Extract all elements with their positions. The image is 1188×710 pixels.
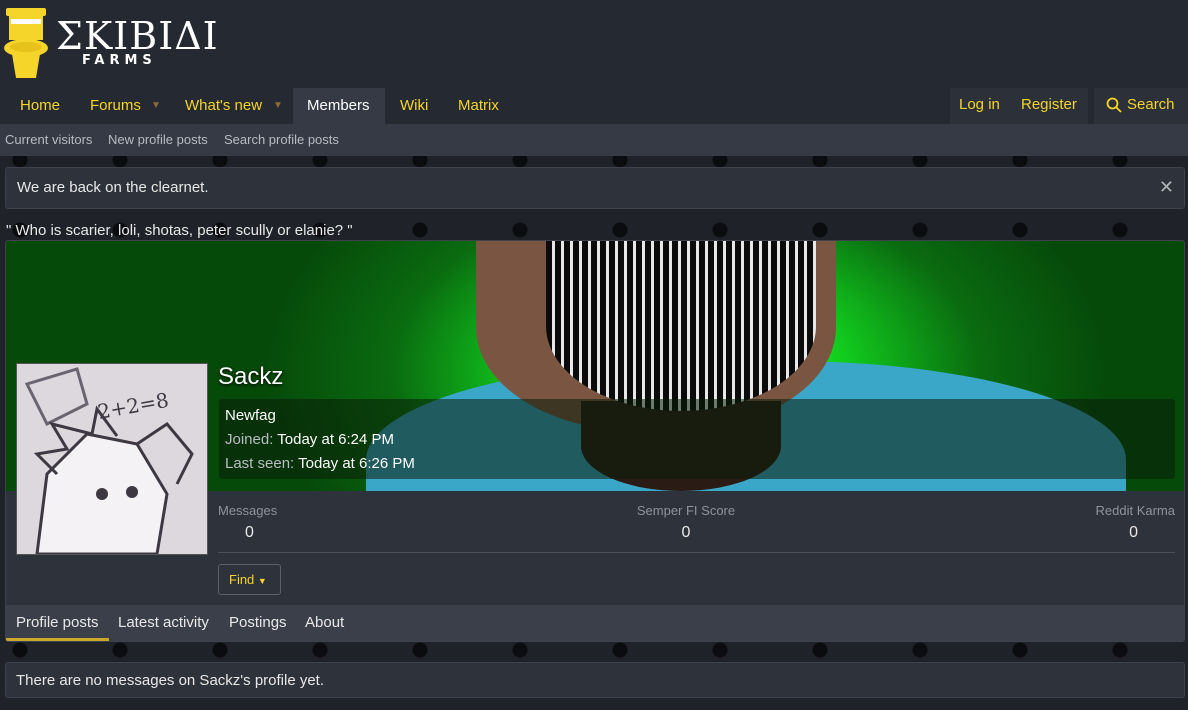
stat-reddit-karma-value: 0 bbox=[1129, 524, 1138, 541]
stat-semper-fi-label: Semper FI Score bbox=[636, 503, 736, 518]
main-navigation: Home Forums ▼ What's new ▼ Members Wiki … bbox=[0, 88, 1188, 124]
logo-wordmark: ΣΚΙΒΙΔΙ bbox=[56, 14, 219, 58]
tab-profile-posts[interactable]: Profile posts bbox=[6, 605, 109, 641]
find-button[interactable]: Find ▼ bbox=[218, 564, 281, 595]
profile-info-box: Newfag Joined: Today at 6:24 PM Last see… bbox=[219, 399, 1175, 479]
search-icon bbox=[1106, 97, 1122, 113]
stat-reddit-karma: Reddit Karma 0 bbox=[1075, 503, 1175, 542]
stat-messages-label: Messages bbox=[218, 503, 278, 518]
nav-wiki[interactable]: Wiki bbox=[400, 88, 428, 124]
nav-members[interactable]: Members bbox=[293, 88, 385, 124]
register-link[interactable]: Register bbox=[1021, 87, 1077, 123]
tab-about[interactable]: About bbox=[305, 605, 344, 641]
search-label: Search bbox=[1127, 96, 1175, 113]
joined-label: Joined: bbox=[225, 431, 274, 448]
banner-mouth-shape bbox=[546, 241, 816, 411]
notice-text: We are back on the clearnet. bbox=[17, 179, 209, 196]
account-links: Log in Register bbox=[950, 88, 1088, 124]
nav-home[interactable]: Home bbox=[20, 88, 60, 124]
stat-messages[interactable]: Messages 0 bbox=[218, 503, 277, 542]
sub-navigation: Current visitors New profile posts Searc… bbox=[0, 124, 1188, 156]
whats-new-dropdown-caret-icon[interactable]: ▼ bbox=[273, 88, 283, 124]
toilet-icon bbox=[4, 8, 48, 78]
last-seen-value[interactable]: Today at 6:26 PM bbox=[298, 455, 415, 472]
tab-postings[interactable]: Postings bbox=[229, 605, 287, 641]
profile-tabs: Profile posts Latest activity Postings A… bbox=[6, 605, 1184, 641]
tab-latest-activity[interactable]: Latest activity bbox=[118, 605, 209, 641]
profile-card: 2+2=8 Sackz Newfag Joined: Today at 6:24… bbox=[5, 240, 1185, 642]
nav-whats-new[interactable]: What's new bbox=[185, 88, 262, 124]
stat-messages-value: 0 bbox=[245, 524, 254, 541]
stat-semper-fi-value: 0 bbox=[681, 524, 691, 541]
nav-forums[interactable]: Forums bbox=[90, 88, 141, 124]
logo-subtext: FARMS bbox=[82, 53, 157, 68]
forums-dropdown-caret-icon[interactable]: ▼ bbox=[151, 88, 161, 124]
profile-divider bbox=[218, 552, 1175, 553]
close-icon[interactable]: ✕ bbox=[1159, 168, 1174, 206]
joined-value[interactable]: Today at 6:24 PM bbox=[277, 431, 394, 448]
stat-semper-fi-score: Semper FI Score 0 bbox=[635, 503, 737, 542]
chevron-down-icon: ▼ bbox=[257, 576, 267, 586]
site-header: ΣΚΙΒΙΔΙ FARMS bbox=[0, 0, 1188, 88]
site-logo[interactable]: ΣΚΙΒΙΔΙ FARMS bbox=[4, 6, 218, 82]
find-button-label: Find bbox=[229, 572, 255, 587]
last-seen-line: Last seen: Today at 6:26 PM bbox=[225, 455, 415, 472]
last-seen-label: Last seen: bbox=[225, 455, 295, 472]
site-notice: We are back on the clearnet. ✕ bbox=[5, 167, 1185, 209]
search-button[interactable]: Search bbox=[1094, 88, 1188, 124]
user-title: Newfag bbox=[225, 407, 276, 424]
joined-line: Joined: Today at 6:24 PM bbox=[225, 431, 394, 448]
empty-message: There are no messages on Sackz's profile… bbox=[16, 672, 325, 689]
status-quote: " Who is scarier, loli, shotas, peter sc… bbox=[6, 222, 353, 239]
avatar[interactable]: 2+2=8 bbox=[16, 363, 208, 555]
profile-posts-empty-state: There are no messages on Sackz's profile… bbox=[5, 662, 1185, 698]
nav-matrix[interactable]: Matrix bbox=[458, 88, 499, 124]
subnav-current-visitors[interactable]: Current visitors bbox=[5, 124, 92, 156]
avatar-drawing: 2+2=8 bbox=[17, 364, 207, 554]
login-link[interactable]: Log in bbox=[959, 87, 1000, 123]
profile-username: Sackz bbox=[218, 363, 284, 390]
stat-reddit-karma-label: Reddit Karma bbox=[1095, 503, 1175, 518]
subnav-new-profile-posts[interactable]: New profile posts bbox=[108, 124, 208, 156]
subnav-search-profile-posts[interactable]: Search profile posts bbox=[224, 124, 339, 156]
